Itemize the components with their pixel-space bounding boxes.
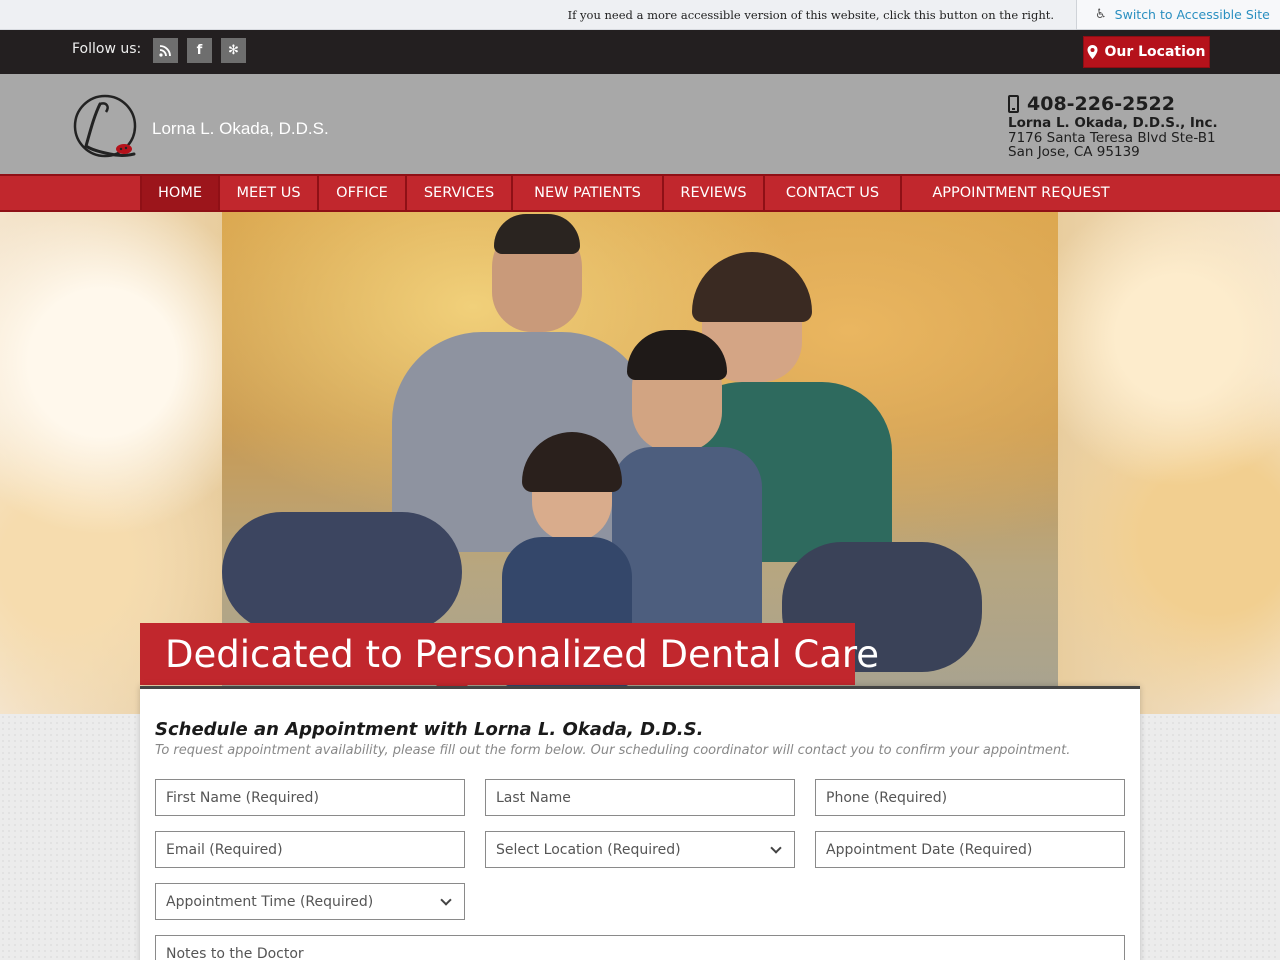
hero-banner: Dedicated to Personalized Dental Care <box>0 212 1280 714</box>
appointment-time-select[interactable]: Appointment Time (Required) <box>155 883 465 920</box>
phone-input[interactable] <box>826 789 1124 806</box>
location-select-value: Select Location (Required) <box>496 841 681 858</box>
phone-text: 408-226-2522 <box>1027 93 1175 115</box>
notes-field[interactable] <box>155 935 1125 960</box>
address-line-1: 7176 Santa Teresa Blvd Ste-B1 <box>1008 130 1216 146</box>
address-line-2: San Jose, CA 95139 <box>1008 144 1140 160</box>
chevron-down-icon <box>770 842 782 854</box>
facebook-icon[interactable]: f <box>187 38 212 63</box>
follow-label: Follow us: <box>72 41 142 57</box>
phone-number[interactable]: 408-226-2522 <box>1008 92 1218 116</box>
mobile-phone-icon <box>1008 95 1019 113</box>
phone-field[interactable] <box>815 779 1125 816</box>
main-nav: HOME MEET US OFFICE SERVICES NEW PATIENT… <box>0 174 1280 212</box>
form-subtitle: To request appointment availability, ple… <box>155 743 1071 758</box>
email-input[interactable] <box>166 841 464 858</box>
contact-block: 408-226-2522 Lorna L. Okada, D.D.S., Inc… <box>1008 92 1218 159</box>
nav-new-patients[interactable]: NEW PATIENTS <box>513 176 664 210</box>
appointment-form: Schedule an Appointment with Lorna L. Ok… <box>140 686 1140 960</box>
accessibility-bar: If you need a more accessible version of… <box>0 0 1280 30</box>
chevron-down-icon <box>440 894 452 906</box>
nav-reviews[interactable]: REVIEWS <box>664 176 765 210</box>
nav-office[interactable]: OFFICE <box>319 176 407 210</box>
last-name-input[interactable] <box>496 789 794 806</box>
hero-tagline: Dedicated to Personalized Dental Care <box>140 623 879 685</box>
email-field[interactable] <box>155 831 465 868</box>
switch-accessible-site-button[interactable]: ♿ Switch to Accessible Site <box>1076 0 1280 30</box>
last-name-field[interactable] <box>485 779 795 816</box>
business-name: Lorna L. Okada, D.D.S., Inc. <box>1008 115 1218 131</box>
first-name-field[interactable] <box>155 779 465 816</box>
practice-name: Lorna L. Okada, D.D.S. <box>152 119 329 138</box>
nav-services[interactable]: SERVICES <box>407 176 513 210</box>
nav-home[interactable]: HOME <box>140 176 220 210</box>
first-name-input[interactable] <box>166 789 464 806</box>
appointment-date-field[interactable] <box>815 831 1125 868</box>
nav-appointment-request[interactable]: APPOINTMENT REQUEST <box>902 176 1140 210</box>
wheelchair-icon: ♿ <box>1095 7 1107 22</box>
site-header: Lorna L. Okada, D.D.S. 408-226-2522 Lorn… <box>0 74 1280 174</box>
family-photo <box>222 212 1058 687</box>
form-title: Schedule an Appointment with Lorna L. Ok… <box>155 719 704 740</box>
nav-meet-us[interactable]: MEET US <box>220 176 319 210</box>
map-pin-icon <box>1087 45 1098 59</box>
rss-icon[interactable] <box>153 38 178 63</box>
location-select[interactable]: Select Location (Required) <box>485 831 795 868</box>
accessibility-notice: If you need a more accessible version of… <box>567 8 1054 22</box>
switch-accessible-site-label: Switch to Accessible Site <box>1114 7 1270 22</box>
practice-logo[interactable] <box>70 94 142 162</box>
appointment-time-value: Appointment Time (Required) <box>166 893 374 910</box>
nav-contact-us[interactable]: CONTACT US <box>765 176 902 210</box>
our-location-button[interactable]: Our Location <box>1083 36 1210 68</box>
yelp-icon[interactable]: ✻ <box>221 38 246 63</box>
social-bar: Follow us: f ✻ Our Location <box>0 30 1280 74</box>
notes-input[interactable] <box>166 945 1124 960</box>
appointment-date-input[interactable] <box>826 841 1124 858</box>
our-location-label: Our Location <box>1104 44 1206 60</box>
